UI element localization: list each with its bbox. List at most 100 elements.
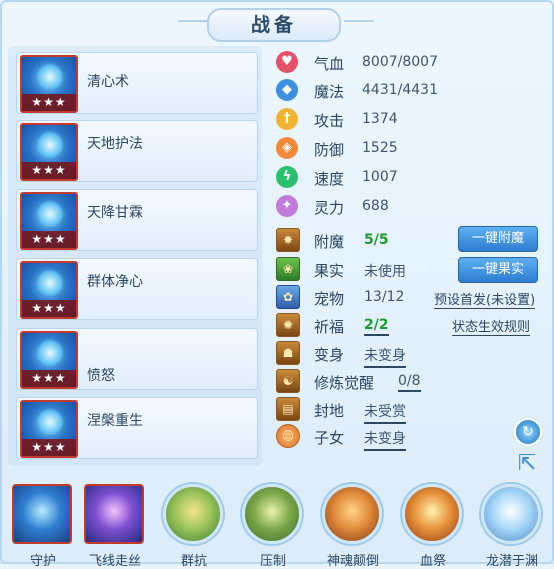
fruit-icon: ❀ [276, 257, 300, 281]
preset-lineup-link[interactable]: 预设首发(未设置) [434, 289, 536, 309]
blessing-icon: ✺ [276, 313, 300, 337]
stat-label: 速度 [314, 170, 345, 188]
info-label: 变身 [314, 346, 345, 364]
info-value: 未变身 [364, 428, 406, 451]
enchant-icon: ✸ [276, 228, 300, 252]
skill-item[interactable]: ★★★ 天地护法 [16, 120, 258, 182]
bottom-skill-group-resist[interactable] [163, 484, 225, 546]
skill-stars: ★★★ [22, 231, 76, 248]
stat-mp: ◆ 魔法 4431/4431 [276, 78, 546, 104]
info-awaken[interactable]: ☯ 修炼觉醒 0/8 [276, 369, 546, 395]
stat-hp: ♥ 气血 8007/8007 [276, 50, 546, 76]
dragon-icon [481, 484, 541, 544]
skill-name: 愤怒 [87, 368, 115, 384]
skill-icon: ★★★ [20, 123, 78, 181]
info-label: 果实 [314, 262, 345, 280]
guard-icon [12, 484, 72, 544]
bottom-skill-label: 龙潜于渊 [485, 554, 538, 569]
transform-icon: ☗ [276, 341, 300, 365]
bottom-skill-guard[interactable] [12, 484, 74, 546]
stat-label: 气血 [314, 55, 345, 73]
scroll-icon: ▤ [276, 397, 300, 421]
shield-icon: ◈ [276, 137, 298, 159]
stat-label: 魔法 [314, 83, 345, 101]
stat-value: 1525 [362, 140, 398, 156]
skill-icon: ★★★ [20, 261, 78, 319]
share-icon[interactable]: ⇱ [512, 450, 542, 478]
info-label: 宠物 [314, 290, 345, 308]
bottom-skill-label: 血祭 [419, 554, 446, 569]
skill-icon: ★★★ [20, 55, 78, 113]
info-value: 0/8 [398, 373, 421, 392]
bottom-skill-label: 守护 [29, 554, 56, 569]
stat-value: 1007 [362, 169, 398, 185]
skill-name: 天降甘霖 [87, 205, 143, 221]
stat-label: 攻击 [314, 112, 345, 130]
skill-item[interactable]: ★★★ 涅槃重生 [16, 397, 258, 459]
bottom-skill-dragon-abyss[interactable] [481, 484, 543, 546]
stat-spirit: ✦ 灵力 688 [276, 194, 546, 220]
status-rules-link[interactable]: 状态生效规则 [452, 316, 531, 336]
meditation-icon: ☯ [276, 369, 300, 393]
skill-name: 群体净心 [87, 274, 143, 290]
bottom-skill-label: 神魂颠倒 [326, 554, 379, 569]
stat-defense: ◈ 防御 1525 [276, 136, 546, 162]
skill-stars: ★★★ [22, 300, 76, 317]
confusion-icon [322, 484, 382, 544]
one-click-fruit-button[interactable]: 一键果实 [458, 257, 538, 283]
refresh-icon[interactable]: ↻ [514, 418, 542, 446]
lightning-icon: ϟ [276, 166, 298, 188]
stat-speed: ϟ 速度 1007 [276, 165, 546, 191]
skill-item[interactable]: ★★★ 愤怒 [16, 328, 258, 390]
skill-icon: ★★★ [20, 400, 78, 458]
info-label: 祈福 [314, 318, 345, 336]
title-ornament-left [178, 20, 208, 30]
info-transform[interactable]: ☗ 变身 未变身 [276, 341, 546, 368]
skill-stars: ★★★ [22, 162, 76, 179]
bottom-skill-flying-thread[interactable] [84, 484, 146, 546]
info-fief[interactable]: ▤ 封地 未受赏 [276, 397, 546, 424]
child-icon: ☺ [276, 424, 300, 448]
info-value: 13/12 [364, 289, 405, 305]
sword-icon: † [276, 108, 298, 130]
info-children[interactable]: ☺ 子女 未变身 [276, 424, 546, 451]
shield-box-icon [163, 484, 223, 544]
info-value: 5/5 [364, 232, 389, 248]
page-title: 战备 [207, 8, 341, 42]
stat-attack: † 攻击 1374 [276, 107, 546, 133]
skill-name: 天地护法 [87, 136, 143, 152]
info-value: 未使用 [364, 264, 406, 280]
title-ornament-right [344, 20, 374, 30]
info-value: 未受赏 [364, 401, 406, 424]
skill-icon: ★★★ [20, 331, 78, 389]
paw-icon: ✿ [276, 285, 300, 309]
skill-stars: ★★★ [22, 94, 76, 111]
bottom-skill-soul-confusion[interactable] [322, 484, 384, 546]
stat-value: 4431/4431 [362, 82, 438, 98]
info-value: 未变身 [364, 345, 406, 368]
skill-item[interactable]: ★★★ 群体净心 [16, 258, 258, 320]
bottom-skill-label: 压制 [259, 554, 286, 569]
stat-label: 防御 [314, 141, 345, 159]
spirit-icon: ✦ [276, 195, 298, 217]
stat-value: 1374 [362, 111, 398, 127]
mana-icon: ◆ [276, 79, 298, 101]
stat-label: 灵力 [314, 199, 345, 217]
thread-icon [84, 484, 144, 544]
stat-value: 688 [362, 198, 389, 214]
skill-item[interactable]: ★★★ 清心术 [16, 52, 258, 114]
skill-item[interactable]: ★★★ 天降甘霖 [16, 189, 258, 251]
suppress-icon [242, 484, 302, 544]
info-label: 封地 [314, 402, 345, 420]
stat-value: 8007/8007 [362, 54, 438, 70]
skill-name: 清心术 [87, 74, 129, 90]
heart-icon: ♥ [276, 51, 298, 73]
skill-stars: ★★★ [22, 439, 76, 456]
bottom-skill-suppress[interactable] [242, 484, 304, 546]
bottom-skill-label: 群抗 [180, 554, 207, 569]
bottom-skill-blood-sacrifice[interactable] [402, 484, 464, 546]
bottom-skill-label: 飞线走丝 [88, 554, 141, 569]
one-click-enchant-button[interactable]: 一键附魔 [458, 226, 538, 252]
skill-stars: ★★★ [22, 370, 76, 387]
info-label: 子女 [314, 429, 345, 447]
